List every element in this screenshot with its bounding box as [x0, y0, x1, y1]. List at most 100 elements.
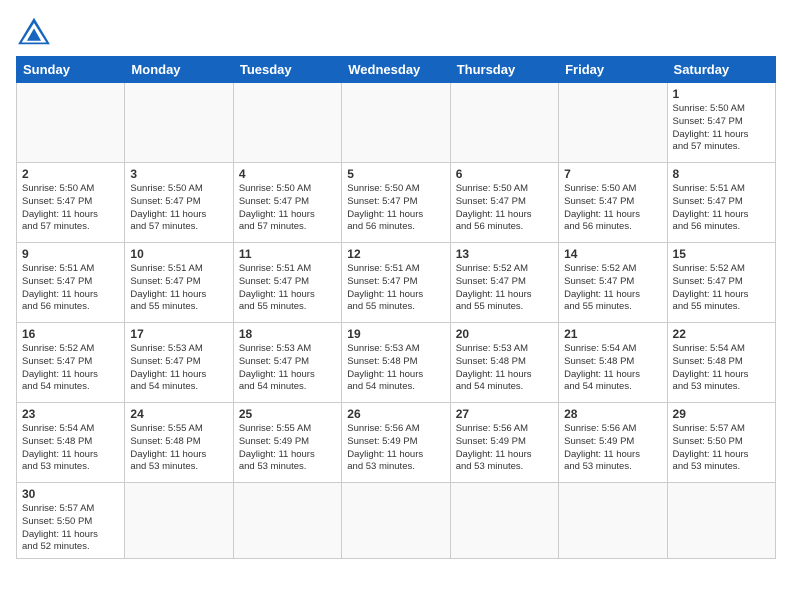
cell-info: Sunrise: 5:52 AMSunset: 5:47 PMDaylight:… — [456, 263, 553, 314]
cell-info: Sunrise: 5:52 AMSunset: 5:47 PMDaylight:… — [673, 263, 770, 314]
calendar-cell: 25 Sunrise: 5:55 AMSunset: 5:49 PMDayligh… — [233, 403, 341, 483]
cell-info: Sunrise: 5:57 AMSunset: 5:50 PMDaylight:… — [673, 423, 770, 474]
calendar-cell: 10Sunrise: 5:51 AMSunset: 5:47 PMDayligh… — [125, 243, 233, 323]
calendar-cell: 21 Sunrise: 5:54 AMSunset: 5:48 PMDayligh… — [559, 323, 667, 403]
calendar-body: 1 Sunrise: 5:50 AMSunset: 5:47 PMDaylight… — [17, 83, 776, 559]
day-number: 13 — [456, 247, 553, 261]
day-number: 22 — [673, 327, 770, 341]
cell-info: Sunrise: 5:55 AMSunset: 5:49 PMDaylight:… — [239, 423, 336, 474]
calendar-cell: 16 Sunrise: 5:52 AMSunset: 5:47 PMDayligh… — [17, 323, 125, 403]
day-number: 18 — [239, 327, 336, 341]
cell-info: Sunrise: 5:51 AMSunset: 5:47 PMDaylight:… — [673, 183, 770, 234]
day-number: 25 — [239, 407, 336, 421]
cell-info: Sunrise: 5:56 AMSunset: 5:49 PMDaylight:… — [564, 423, 661, 474]
weekday-header: Friday — [559, 57, 667, 83]
calendar: SundayMondayTuesdayWednesdayThursdayFrid… — [16, 56, 776, 559]
calendar-cell — [559, 483, 667, 559]
calendar-cell: 14 Sunrise: 5:52 AMSunset: 5:47 PMDayligh… — [559, 243, 667, 323]
day-number: 24 — [130, 407, 227, 421]
calendar-cell: 28 Sunrise: 5:56 AMSunset: 5:49 PMDayligh… — [559, 403, 667, 483]
calendar-cell: 19Sunrise: 5:53 AMSunset: 5:48 PMDayligh… — [342, 323, 450, 403]
calendar-week-row: 30 Sunrise: 5:57 AMSunset: 5:50 PMDayligh… — [17, 483, 776, 559]
cell-info: Sunrise: 5:52 AMSunset: 5:47 PMDaylight:… — [22, 343, 119, 394]
cell-info: Sunrise: 5:50 AMSunset: 5:47 PMDaylight:… — [239, 183, 336, 234]
calendar-cell: 13 Sunrise: 5:52 AMSunset: 5:47 PMDayligh… — [450, 243, 558, 323]
cell-info: Sunrise: 5:50 AMSunset: 5:47 PMDaylight:… — [347, 183, 444, 234]
cell-info: Sunrise: 5:57 AMSunset: 5:50 PMDaylight:… — [22, 503, 119, 554]
day-number: 4 — [239, 167, 336, 181]
cell-info: Sunrise: 5:51 AMSunset: 5:47 PMDaylight:… — [347, 263, 444, 314]
calendar-cell — [450, 83, 558, 163]
calendar-cell — [125, 83, 233, 163]
calendar-cell: 5Sunrise: 5:50 AMSunset: 5:47 PMDaylight… — [342, 163, 450, 243]
calendar-cell: 20 Sunrise: 5:53 AMSunset: 5:48 PMDayligh… — [450, 323, 558, 403]
cell-info: Sunrise: 5:56 AMSunset: 5:49 PMDaylight:… — [456, 423, 553, 474]
calendar-cell — [342, 483, 450, 559]
calendar-cell — [17, 83, 125, 163]
cell-info: Sunrise: 5:50 AMSunset: 5:47 PMDaylight:… — [130, 183, 227, 234]
cell-info: Sunrise: 5:53 AMSunset: 5:47 PMDaylight:… — [130, 343, 227, 394]
calendar-cell — [233, 83, 341, 163]
cell-info: Sunrise: 5:53 AMSunset: 5:47 PMDaylight:… — [239, 343, 336, 394]
weekday-header: Saturday — [667, 57, 775, 83]
calendar-week-row: 2 Sunrise: 5:50 AMSunset: 5:47 PMDaylight… — [17, 163, 776, 243]
cell-info: Sunrise: 5:54 AMSunset: 5:48 PMDaylight:… — [673, 343, 770, 394]
day-number: 2 — [22, 167, 119, 181]
cell-info: Sunrise: 5:53 AMSunset: 5:48 PMDaylight:… — [456, 343, 553, 394]
day-number: 21 — [564, 327, 661, 341]
day-number: 1 — [673, 87, 770, 101]
calendar-cell: 8 Sunrise: 5:51 AMSunset: 5:47 PMDaylight… — [667, 163, 775, 243]
day-number: 11 — [239, 247, 336, 261]
calendar-cell — [450, 483, 558, 559]
calendar-week-row: 1 Sunrise: 5:50 AMSunset: 5:47 PMDaylight… — [17, 83, 776, 163]
cell-info: Sunrise: 5:51 AMSunset: 5:47 PMDaylight:… — [239, 263, 336, 314]
cell-info: Sunrise: 5:55 AMSunset: 5:48 PMDaylight:… — [130, 423, 227, 474]
calendar-cell: 11 Sunrise: 5:51 AMSunset: 5:47 PMDayligh… — [233, 243, 341, 323]
calendar-cell: 24 Sunrise: 5:55 AMSunset: 5:48 PMDayligh… — [125, 403, 233, 483]
cell-info: Sunrise: 5:54 AMSunset: 5:48 PMDaylight:… — [564, 343, 661, 394]
day-number: 28 — [564, 407, 661, 421]
cell-info: Sunrise: 5:52 AMSunset: 5:47 PMDaylight:… — [564, 263, 661, 314]
calendar-header: SundayMondayTuesdayWednesdayThursdayFrid… — [17, 57, 776, 83]
calendar-cell — [125, 483, 233, 559]
calendar-cell: 6Sunrise: 5:50 AMSunset: 5:47 PMDaylight… — [450, 163, 558, 243]
calendar-cell: 18 Sunrise: 5:53 AMSunset: 5:47 PMDayligh… — [233, 323, 341, 403]
calendar-cell: 27Sunrise: 5:56 AMSunset: 5:49 PMDayligh… — [450, 403, 558, 483]
calendar-week-row: 9Sunrise: 5:51 AMSunset: 5:47 PMDaylight… — [17, 243, 776, 323]
calendar-cell: 15 Sunrise: 5:52 AMSunset: 5:47 PMDayligh… — [667, 243, 775, 323]
day-number: 15 — [673, 247, 770, 261]
weekday-header: Tuesday — [233, 57, 341, 83]
calendar-cell: 9Sunrise: 5:51 AMSunset: 5:47 PMDaylight… — [17, 243, 125, 323]
calendar-cell: 7Sunrise: 5:50 AMSunset: 5:47 PMDaylight… — [559, 163, 667, 243]
day-number: 8 — [673, 167, 770, 181]
day-number: 20 — [456, 327, 553, 341]
day-number: 10 — [130, 247, 227, 261]
cell-info: Sunrise: 5:50 AMSunset: 5:47 PMDaylight:… — [22, 183, 119, 234]
calendar-cell: 29Sunrise: 5:57 AMSunset: 5:50 PMDayligh… — [667, 403, 775, 483]
calendar-cell: 12Sunrise: 5:51 AMSunset: 5:47 PMDayligh… — [342, 243, 450, 323]
cell-info: Sunrise: 5:54 AMSunset: 5:48 PMDaylight:… — [22, 423, 119, 474]
day-number: 26 — [347, 407, 444, 421]
calendar-cell: 23 Sunrise: 5:54 AMSunset: 5:48 PMDayligh… — [17, 403, 125, 483]
day-number: 16 — [22, 327, 119, 341]
cell-info: Sunrise: 5:50 AMSunset: 5:47 PMDaylight:… — [564, 183, 661, 234]
day-number: 17 — [130, 327, 227, 341]
day-number: 14 — [564, 247, 661, 261]
cell-info: Sunrise: 5:51 AMSunset: 5:47 PMDaylight:… — [22, 263, 119, 314]
calendar-cell: 2 Sunrise: 5:50 AMSunset: 5:47 PMDaylight… — [17, 163, 125, 243]
calendar-cell — [342, 83, 450, 163]
cell-info: Sunrise: 5:50 AMSunset: 5:47 PMDaylight:… — [673, 103, 770, 154]
day-number: 23 — [22, 407, 119, 421]
weekday-header: Wednesday — [342, 57, 450, 83]
weekday-header: Monday — [125, 57, 233, 83]
day-number: 3 — [130, 167, 227, 181]
weekday-row: SundayMondayTuesdayWednesdayThursdayFrid… — [17, 57, 776, 83]
day-number: 6 — [456, 167, 553, 181]
day-number: 30 — [22, 487, 119, 501]
calendar-week-row: 23 Sunrise: 5:54 AMSunset: 5:48 PMDayligh… — [17, 403, 776, 483]
calendar-week-row: 16 Sunrise: 5:52 AMSunset: 5:47 PMDayligh… — [17, 323, 776, 403]
logo — [16, 16, 56, 46]
day-number: 19 — [347, 327, 444, 341]
logo-icon — [16, 16, 52, 46]
weekday-header: Thursday — [450, 57, 558, 83]
